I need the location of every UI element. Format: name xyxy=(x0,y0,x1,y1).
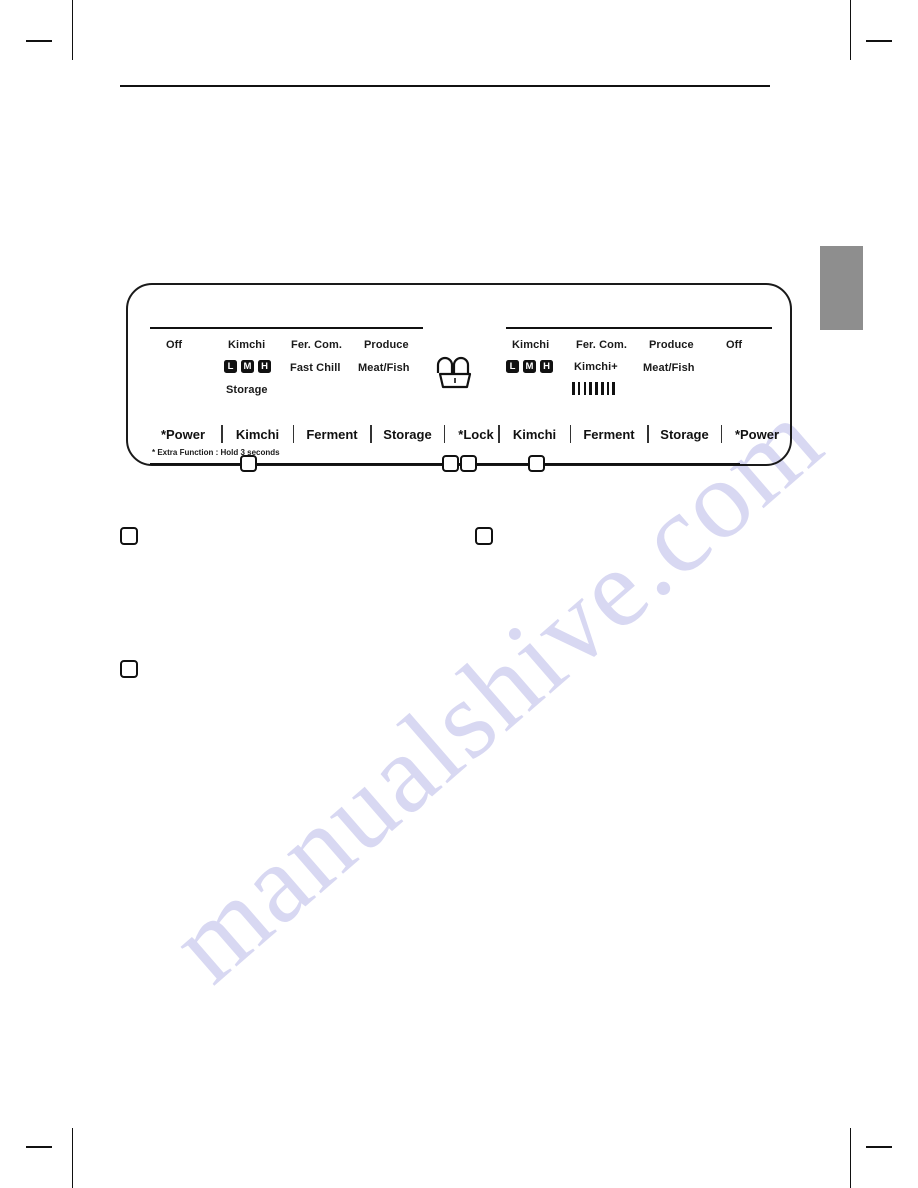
lock-icon xyxy=(435,355,475,395)
button-divider xyxy=(221,425,223,443)
gauge-bar xyxy=(589,382,592,395)
gauge-bar xyxy=(600,382,604,395)
button-power-left[interactable]: *Power xyxy=(152,427,214,442)
right-display-rule xyxy=(506,327,772,329)
body-callout-marker-3[interactable] xyxy=(120,660,138,678)
control-panel-inner: Off Kimchi Fer. Com. Produce L M H Fast … xyxy=(128,285,794,468)
button-divider xyxy=(720,425,722,443)
fermentation-bar-gauge xyxy=(572,382,616,395)
callout-marker-4[interactable] xyxy=(528,455,545,472)
right-label-fer-com: Fer. Com. xyxy=(576,339,628,351)
button-divider xyxy=(292,425,294,443)
extra-function-footnote: * Extra Function : Hold 3 seconds xyxy=(152,448,280,457)
left-label-off: Off xyxy=(166,339,183,351)
button-divider xyxy=(370,425,372,443)
right-label-kimchi: Kimchi xyxy=(512,339,550,351)
right-label-produce: Produce xyxy=(649,339,694,351)
button-kimchi-left[interactable]: Kimchi xyxy=(230,427,286,442)
crop-mark-top-left-horizontal xyxy=(26,40,52,42)
gauge-bar xyxy=(606,382,610,395)
right-level-chips: L M H xyxy=(506,360,553,373)
left-chip-l: L xyxy=(224,360,237,373)
right-label-kimchi-plus: Kimchi+ xyxy=(574,361,618,373)
header-rule xyxy=(120,85,770,87)
left-label-fast-chill: Fast Chill xyxy=(290,362,341,374)
button-ferment-left[interactable]: Ferment xyxy=(301,427,363,442)
gauge-bar xyxy=(595,382,598,395)
right-chip-l: L xyxy=(506,360,519,373)
button-storage-right[interactable]: Storage xyxy=(656,427,714,442)
body-callout-marker-1[interactable] xyxy=(120,527,138,545)
gauge-bar xyxy=(583,382,587,395)
button-ferment-right[interactable]: Ferment xyxy=(578,427,640,442)
button-storage-left[interactable]: Storage xyxy=(379,427,437,442)
left-chip-h: H xyxy=(258,360,271,373)
crop-mark-top-left-vertical xyxy=(72,0,73,60)
body-callout-marker-2[interactable] xyxy=(475,527,493,545)
right-label-off: Off xyxy=(726,339,743,351)
left-label-meat-fish: Meat/Fish xyxy=(358,362,410,374)
gauge-bar xyxy=(572,382,575,395)
button-power-right[interactable]: *Power xyxy=(729,427,785,442)
crop-mark-bottom-left-vertical xyxy=(72,1128,73,1188)
crop-mark-top-right-horizontal xyxy=(866,40,892,42)
left-label-fer-com: Fer. Com. xyxy=(291,339,343,351)
control-panel: Off Kimchi Fer. Com. Produce L M H Fast … xyxy=(126,283,792,466)
right-chip-h: H xyxy=(540,360,553,373)
right-button-row: Kimchi Ferment Storage *Power xyxy=(491,423,785,445)
left-chip-m: M xyxy=(241,360,254,373)
left-label-storage: Storage xyxy=(226,384,268,396)
button-divider xyxy=(647,425,649,443)
button-divider xyxy=(498,425,500,443)
button-kimchi-right[interactable]: Kimchi xyxy=(507,427,563,442)
crop-mark-bottom-left-horizontal xyxy=(26,1146,52,1148)
right-label-meat-fish: Meat/Fish xyxy=(643,362,695,374)
left-label-kimchi: Kimchi xyxy=(228,339,266,351)
crop-mark-top-right-vertical xyxy=(850,0,851,60)
left-display-rule xyxy=(150,327,423,329)
crop-mark-bottom-right-vertical xyxy=(850,1128,851,1188)
left-button-row: *Power Kimchi Ferment Storage *Lock xyxy=(152,423,500,445)
callout-marker-3[interactable] xyxy=(460,455,477,472)
left-level-chips: L M H xyxy=(224,360,271,373)
callout-marker-2[interactable] xyxy=(442,455,459,472)
gauge-bar xyxy=(612,382,616,395)
section-side-tab xyxy=(820,246,863,330)
callout-marker-1[interactable] xyxy=(240,455,257,472)
crop-mark-bottom-right-horizontal xyxy=(866,1146,892,1148)
button-divider xyxy=(569,425,571,443)
gauge-bar xyxy=(577,382,581,395)
button-divider xyxy=(443,425,445,443)
right-chip-m: M xyxy=(523,360,536,373)
left-label-produce: Produce xyxy=(364,339,409,351)
